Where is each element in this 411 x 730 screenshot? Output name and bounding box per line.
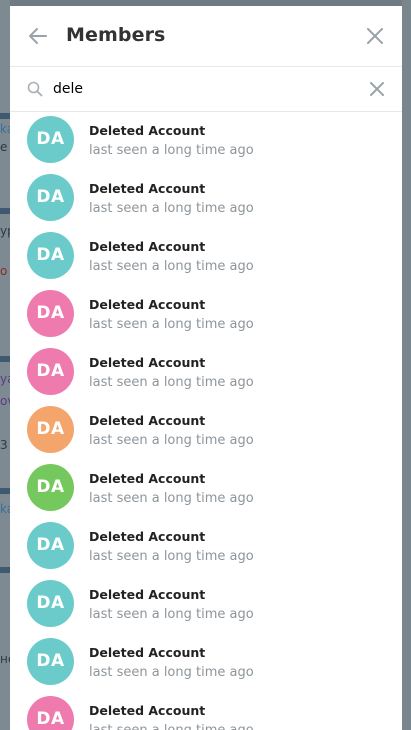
member-status: last seen a long time ago (89, 491, 254, 506)
member-name: Deleted Account (89, 645, 206, 660)
background-left-strip (0, 0, 10, 730)
close-button[interactable] (364, 25, 386, 47)
avatar: DA (27, 232, 74, 279)
avatar: DA (27, 580, 74, 627)
member-row[interactable]: DA Deleted Account last seen a long time a… (10, 518, 402, 576)
avatar: DA (27, 348, 74, 395)
arrow-left-icon (29, 28, 47, 44)
background-text: 3 (0, 438, 8, 452)
dialog-header: Members (10, 6, 402, 67)
member-status: last seen a long time ago (89, 607, 254, 622)
member-row[interactable]: DA Deleted Account last seen a long time a… (10, 634, 402, 692)
member-status: last seen a long time ago (89, 665, 254, 680)
member-name: Deleted Account (89, 413, 206, 428)
background-right-strip (402, 0, 411, 730)
background-text: e (0, 140, 8, 154)
avatar: DA (27, 638, 74, 685)
member-row[interactable]: DA Deleted Account last seen a long time a… (10, 576, 402, 634)
member-status: last seen a long time ago (89, 201, 254, 216)
member-name: Deleted Account (89, 529, 206, 544)
avatar: DA (27, 464, 74, 511)
background-bar (0, 488, 10, 494)
member-row[interactable]: DA Deleted Account last seen a long time a… (10, 692, 402, 730)
background-text: o (0, 264, 8, 278)
member-name: Deleted Account (89, 239, 206, 254)
member-status: last seen a long time ago (89, 723, 254, 730)
member-status: last seen a long time ago (89, 317, 254, 332)
member-name: Deleted Account (89, 471, 206, 486)
search-bar (10, 67, 402, 112)
member-status: last seen a long time ago (89, 259, 254, 274)
avatar: DA (27, 406, 74, 453)
dialog-title: Members (66, 24, 166, 46)
background-bar (0, 567, 10, 573)
avatar: DA (27, 696, 74, 730)
close-icon (367, 28, 383, 44)
background-bar (0, 113, 10, 119)
member-name: Deleted Account (89, 587, 206, 602)
search-icon (27, 81, 43, 97)
member-status: last seen a long time ago (89, 375, 254, 390)
members-list: DA Deleted Account last seen a long time a… (10, 112, 402, 730)
avatar: DA (27, 522, 74, 569)
member-row[interactable]: DA Deleted Account last seen a long time a… (10, 228, 402, 286)
avatar: DA (27, 174, 74, 221)
search-input[interactable] (53, 77, 353, 101)
member-name: Deleted Account (89, 297, 206, 312)
clear-icon (370, 82, 384, 96)
clear-search-button[interactable] (368, 80, 386, 98)
member-row[interactable]: DA Deleted Account last seen a long time a… (10, 170, 402, 228)
member-row[interactable]: DA Deleted Account last seen a long time a… (10, 286, 402, 344)
member-name: Deleted Account (89, 123, 206, 138)
members-dialog: Members DA Deleted Account last seen a lon… (10, 6, 402, 730)
avatar: DA (27, 290, 74, 337)
member-name: Deleted Account (89, 703, 206, 718)
back-button[interactable] (26, 24, 50, 48)
member-row[interactable]: DA Deleted Account last seen a long time a… (10, 112, 402, 170)
avatar: DA (27, 116, 74, 163)
background-bar (0, 356, 10, 362)
member-row[interactable]: DA Deleted Account last seen a long time a… (10, 344, 402, 402)
member-row[interactable]: DA Deleted Account last seen a long time a… (10, 402, 402, 460)
member-status: last seen a long time ago (89, 143, 254, 158)
background-bar (0, 208, 10, 214)
member-row[interactable]: DA Deleted Account last seen a long time a… (10, 460, 402, 518)
member-status: last seen a long time ago (89, 549, 254, 564)
member-name: Deleted Account (89, 181, 206, 196)
member-status: last seen a long time ago (89, 433, 254, 448)
member-name: Deleted Account (89, 355, 206, 370)
